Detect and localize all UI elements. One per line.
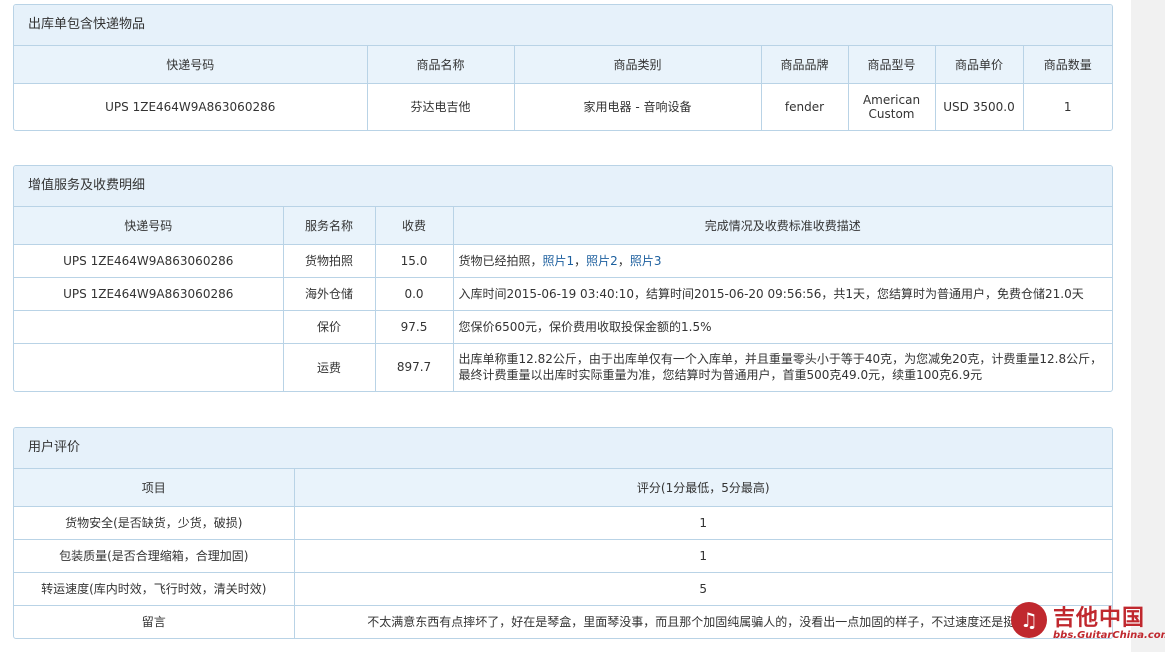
col-header-tracking: 快递号码: [14, 207, 284, 245]
product-model: American Custom: [848, 83, 936, 130]
review-item: 包装质量(是否合理缩箱，合理加固): [14, 539, 295, 573]
product-category: 家用电器 - 音响设备: [514, 83, 762, 130]
photo-3-link[interactable]: 照片3: [630, 254, 662, 268]
service-description: 入库时间2015-06-19 03:40:10，结算时间2015-06-20 0…: [453, 277, 1112, 311]
tracking-number: UPS 1ZE464W9A863060286: [14, 244, 284, 278]
separator: ，: [574, 254, 587, 268]
table-row: UPS 1ZE464W9A863060286 海外仓储 0.0 入库时间2015…: [14, 277, 1112, 311]
review-score: 1: [294, 506, 1112, 540]
tracking-number: [14, 310, 284, 344]
service-fee: 97.5: [375, 310, 454, 344]
service-name: 海外仓储: [283, 277, 376, 311]
separator: ，: [617, 254, 630, 268]
table-row: 运费 897.7 出库单称重12.82公斤，由于出库单仅有一个入库单，并且重量零…: [14, 343, 1112, 391]
tracking-number: [14, 343, 284, 391]
parcel-items-table: 快递号码 商品名称 商品类别 商品品牌 商品型号 商品单价 商品数量 UPS 1…: [14, 46, 1112, 130]
col-header-product-name: 商品名称: [367, 46, 515, 84]
review-item: 留言: [14, 605, 295, 638]
watermark-url: bbs.GuitarChina.com: [1053, 630, 1165, 641]
panel-title: 增值服务及收费明细: [14, 166, 1112, 207]
col-header-item: 项目: [14, 469, 295, 507]
table-row: 货物安全(是否缺货，少货，破损) 1: [14, 506, 1112, 540]
review-comment: 不太满意东西有点摔坏了，好在是琴盒，里面琴没事，而且那个加固纯属骗人的，没看出一…: [367, 615, 1040, 630]
col-header-category: 商品类别: [514, 46, 762, 84]
guitarchina-watermark: ♫ 吉他中国 bbs.GuitarChina.com: [1009, 600, 1165, 646]
table-row: UPS 1ZE464W9A863060286 芬达电吉他 家用电器 - 音响设备…: [14, 83, 1112, 130]
services-table: 快递号码 服务名称 收费 完成情况及收费标准收费描述 UPS 1ZE464W9A…: [14, 207, 1112, 391]
col-header-unit-price: 商品单价: [935, 46, 1024, 84]
service-fee: 15.0: [375, 244, 454, 278]
table-row: UPS 1ZE464W9A863060286 货物拍照 15.0 货物已经拍照，…: [14, 244, 1112, 278]
review-score: 5: [294, 572, 1112, 606]
service-description: 出库单称重12.82公斤，由于出库单仅有一个入库单，并且重量零头小于等于40克，…: [458, 352, 1103, 383]
panel-title: 出库单包含快递物品: [14, 5, 1112, 46]
tracking-number: UPS 1ZE464W9A863060286: [14, 277, 284, 311]
service-description: 货物已经拍照，照片1，照片2，照片3: [453, 244, 1112, 278]
product-quantity: 1: [1063, 99, 1072, 114]
value-added-services-panel: 增值服务及收费明细 快递号码 服务名称 收费 完成情况及收费标准收费描述 UPS…: [13, 165, 1113, 392]
panel-title: 用户评价: [14, 428, 1112, 469]
table-row: 转运速度(库内时效，飞行时效，清关时效) 5: [14, 572, 1112, 606]
guitar-china-logo-icon: ♫: [1011, 602, 1047, 638]
service-name: 运费: [283, 343, 376, 391]
col-header-service-name: 服务名称: [283, 207, 376, 245]
review-table: 项目 评分(1分最低，5分最高) 货物安全(是否缺货，少货，破损) 1 包装质量…: [14, 469, 1112, 638]
user-review-panel: 用户评价 项目 评分(1分最低，5分最高) 货物安全(是否缺货，少货，破损) 1…: [13, 427, 1113, 639]
product-price: USD 3500.0: [935, 83, 1024, 130]
review-score: 1: [294, 539, 1112, 573]
photo-1-link[interactable]: 照片1: [543, 254, 575, 268]
table-row: 包装质量(是否合理缩箱，合理加固) 1: [14, 539, 1112, 573]
table-row: 留言 不太满意东西有点摔坏了，好在是琴盒，里面琴没事，而且那个加固纯属骗人的，没…: [14, 605, 1112, 638]
parcel-items-panel: 出库单包含快递物品 快递号码 商品名称 商品类别 商品品牌 商品型号 商品单价 …: [13, 4, 1113, 131]
col-header-score: 评分(1分最低，5分最高): [294, 469, 1112, 507]
page-scrollbar-track[interactable]: [1131, 0, 1165, 652]
product-name: 芬达电吉他: [367, 83, 515, 130]
review-item: 转运速度(库内时效，飞行时效，清关时效): [14, 572, 295, 606]
review-item: 货物安全(是否缺货，少货，破损): [14, 506, 295, 540]
col-header-tracking: 快递号码: [14, 46, 368, 84]
col-header-fee: 收费: [375, 207, 454, 245]
table-row: 保价 97.5 您保价6500元，保价费用收取投保金额的1.5%: [14, 310, 1112, 344]
product-brand: fender: [761, 83, 849, 130]
col-header-description: 完成情况及收费标准收费描述: [453, 207, 1112, 245]
service-description: 您保价6500元，保价费用收取投保金额的1.5%: [453, 310, 1112, 344]
photo-description-text: 货物已经拍照，: [458, 254, 543, 268]
tracking-number: UPS 1ZE464W9A863060286: [14, 83, 368, 130]
service-name: 保价: [283, 310, 376, 344]
service-fee: 0.0: [375, 277, 454, 311]
col-header-quantity: 商品数量: [1023, 46, 1112, 84]
col-header-model: 商品型号: [848, 46, 936, 84]
service-name: 货物拍照: [283, 244, 376, 278]
col-header-brand: 商品品牌: [761, 46, 849, 84]
watermark-site-name: 吉他中国: [1053, 606, 1146, 631]
service-fee: 897.7: [375, 343, 454, 391]
photo-2-link[interactable]: 照片2: [586, 254, 618, 268]
